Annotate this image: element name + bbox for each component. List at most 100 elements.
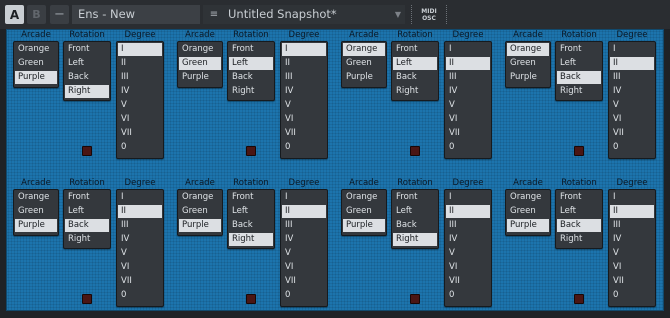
- rotation-option[interactable]: Left: [65, 57, 109, 70]
- degree-option[interactable]: I: [610, 43, 654, 56]
- rotation-option[interactable]: Right: [65, 233, 109, 246]
- rotation-option[interactable]: Left: [65, 205, 109, 218]
- arcade-option[interactable]: Purple: [179, 71, 221, 84]
- rotation-option[interactable]: Left: [557, 205, 601, 218]
- rotation-option[interactable]: Left: [393, 57, 437, 70]
- rotation-option[interactable]: Right: [229, 85, 273, 98]
- rotation-option[interactable]: Back: [557, 219, 601, 232]
- arcade-option[interactable]: Green: [343, 57, 385, 70]
- preset-b-button[interactable]: B: [27, 5, 46, 24]
- arcade-option[interactable]: Purple: [15, 219, 57, 232]
- degree-option[interactable]: VII: [610, 127, 654, 140]
- degree-option[interactable]: VII: [282, 275, 326, 288]
- degree-option[interactable]: 0: [446, 141, 490, 154]
- arcade-option[interactable]: Purple: [15, 71, 57, 84]
- degree-option[interactable]: VI: [446, 261, 490, 274]
- degree-option[interactable]: IV: [610, 233, 654, 246]
- rotation-option[interactable]: Right: [229, 233, 273, 246]
- degree-option[interactable]: 0: [282, 141, 326, 154]
- rotation-option[interactable]: Right: [65, 85, 109, 98]
- rotation-option[interactable]: Back: [65, 71, 109, 84]
- arcade-option[interactable]: Green: [179, 205, 221, 218]
- arcade-option[interactable]: Orange: [179, 191, 221, 204]
- degree-option[interactable]: VI: [610, 261, 654, 274]
- degree-option[interactable]: I: [446, 43, 490, 56]
- degree-option[interactable]: VII: [118, 275, 162, 288]
- preset-a-button[interactable]: A: [5, 5, 24, 24]
- degree-option[interactable]: V: [118, 247, 162, 260]
- degree-option[interactable]: II: [118, 205, 162, 218]
- degree-option[interactable]: II: [282, 57, 326, 70]
- degree-option[interactable]: V: [446, 99, 490, 112]
- rotation-option[interactable]: Left: [557, 57, 601, 70]
- rotation-option[interactable]: Front: [393, 43, 437, 56]
- rotation-option[interactable]: Right: [393, 233, 437, 246]
- arcade-option[interactable]: Orange: [179, 43, 221, 56]
- ensemble-name-field[interactable]: Ens - New: [72, 5, 200, 24]
- degree-option[interactable]: VII: [282, 127, 326, 140]
- degree-option[interactable]: IV: [610, 85, 654, 98]
- degree-option[interactable]: I: [610, 191, 654, 204]
- arcade-option[interactable]: Green: [507, 57, 549, 70]
- rotation-option[interactable]: Front: [229, 43, 273, 56]
- degree-option[interactable]: IV: [282, 85, 326, 98]
- midi-osc-button[interactable]: MIDI OSC: [411, 5, 447, 24]
- degree-option[interactable]: I: [118, 43, 162, 56]
- arcade-option[interactable]: Green: [15, 57, 57, 70]
- degree-option[interactable]: I: [118, 191, 162, 204]
- degree-option[interactable]: V: [118, 99, 162, 112]
- degree-option[interactable]: III: [446, 219, 490, 232]
- degree-option[interactable]: 0: [610, 289, 654, 302]
- degree-option[interactable]: VI: [610, 113, 654, 126]
- degree-option[interactable]: VI: [282, 261, 326, 274]
- degree-option[interactable]: IV: [118, 233, 162, 246]
- arcade-option[interactable]: Green: [343, 205, 385, 218]
- arcade-option[interactable]: Purple: [179, 219, 221, 232]
- rotation-option[interactable]: Front: [65, 43, 109, 56]
- arcade-option[interactable]: Purple: [343, 219, 385, 232]
- rotation-option[interactable]: Back: [65, 219, 109, 232]
- degree-option[interactable]: IV: [446, 233, 490, 246]
- arcade-option[interactable]: Green: [507, 205, 549, 218]
- degree-option[interactable]: IV: [118, 85, 162, 98]
- degree-option[interactable]: 0: [610, 141, 654, 154]
- arcade-option[interactable]: Orange: [507, 191, 549, 204]
- degree-option[interactable]: III: [118, 71, 162, 84]
- degree-option[interactable]: VI: [118, 113, 162, 126]
- rotation-option[interactable]: Left: [393, 205, 437, 218]
- degree-option[interactable]: III: [610, 71, 654, 84]
- degree-option[interactable]: 0: [282, 289, 326, 302]
- degree-option[interactable]: I: [446, 191, 490, 204]
- snapshot-selector[interactable]: ≡ Untitled Snapshot* ▼: [203, 5, 405, 24]
- degree-option[interactable]: VI: [282, 113, 326, 126]
- degree-option[interactable]: III: [282, 219, 326, 232]
- degree-option[interactable]: IV: [282, 233, 326, 246]
- degree-option[interactable]: II: [446, 205, 490, 218]
- degree-option[interactable]: V: [282, 99, 326, 112]
- arcade-option[interactable]: Orange: [343, 43, 385, 56]
- rotation-option[interactable]: Back: [557, 71, 601, 84]
- degree-option[interactable]: VI: [118, 261, 162, 274]
- degree-option[interactable]: 0: [446, 289, 490, 302]
- degree-option[interactable]: IV: [446, 85, 490, 98]
- rotation-option[interactable]: Back: [229, 71, 273, 84]
- rotation-option[interactable]: Front: [557, 43, 601, 56]
- degree-option[interactable]: III: [610, 219, 654, 232]
- degree-option[interactable]: V: [610, 247, 654, 260]
- rotation-option[interactable]: Right: [393, 85, 437, 98]
- degree-option[interactable]: VI: [446, 113, 490, 126]
- degree-option[interactable]: II: [610, 205, 654, 218]
- degree-option[interactable]: I: [282, 43, 326, 56]
- degree-option[interactable]: II: [282, 205, 326, 218]
- degree-option[interactable]: II: [118, 57, 162, 70]
- degree-option[interactable]: I: [282, 191, 326, 204]
- arcade-option[interactable]: Green: [179, 57, 221, 70]
- degree-option[interactable]: VII: [446, 275, 490, 288]
- degree-option[interactable]: V: [282, 247, 326, 260]
- degree-option[interactable]: 0: [118, 289, 162, 302]
- rotation-option[interactable]: Front: [65, 191, 109, 204]
- arcade-option[interactable]: Purple: [507, 219, 549, 232]
- degree-option[interactable]: 0: [118, 141, 162, 154]
- collapse-button[interactable]: −: [50, 5, 69, 24]
- rotation-option[interactable]: Left: [229, 57, 273, 70]
